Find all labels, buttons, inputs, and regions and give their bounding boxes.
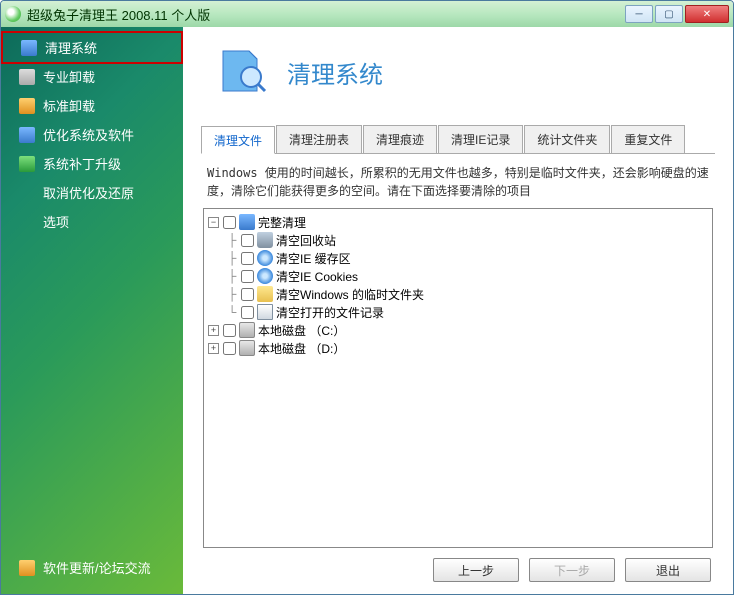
cleanup-icon [21, 40, 37, 56]
tab-duplicates[interactable]: 重复文件 [611, 125, 685, 153]
update-icon [19, 560, 35, 576]
sidebar-item-options[interactable]: 选项 [1, 207, 183, 236]
sidebar-item-label: 优化系统及软件 [43, 125, 134, 144]
blank-icon [19, 185, 35, 201]
patch-icon [19, 156, 35, 172]
tab-clean-registry[interactable]: 清理注册表 [276, 125, 362, 153]
node-label: 清空回收站 [276, 232, 336, 249]
folder-icon [257, 286, 273, 302]
node-checkbox[interactable] [223, 216, 236, 229]
sidebar-item-label: 专业卸载 [43, 67, 95, 86]
tree-node-recycle[interactable]: ├ 清空回收站 [206, 231, 710, 249]
tab-clean-files[interactable]: 清理文件 [201, 126, 275, 154]
app-window: 超级兔子清理王 2008.11 个人版 ─ ▢ ✕ 清理系统 专业卸载 标准卸载… [0, 0, 734, 595]
tree-line-icon: ├ [223, 233, 241, 247]
node-label: 清空Windows 的临时文件夹 [276, 286, 424, 303]
close-button[interactable]: ✕ [685, 5, 729, 23]
sidebar-item-patch[interactable]: 系统补丁升级 [1, 149, 183, 178]
disk-icon [239, 322, 255, 338]
blank-icon [19, 214, 35, 230]
node-label: 完整清理 [258, 214, 306, 231]
node-label: 本地磁盘 （C:） [258, 322, 345, 339]
ie-icon [257, 268, 273, 284]
node-checkbox[interactable] [241, 306, 254, 319]
tree-panel[interactable]: − 完整清理 ├ 清空回收站 ├ 清空IE 缓存区 [203, 208, 713, 548]
trash-icon [257, 232, 273, 248]
sidebar-bottom: 软件更新/论坛交流 [1, 553, 183, 582]
document-icon [257, 304, 273, 320]
node-checkbox[interactable] [241, 288, 254, 301]
tree-line-icon: ├ [223, 287, 241, 301]
prev-button[interactable]: 上一步 [433, 558, 519, 582]
header-icon [215, 45, 269, 99]
sidebar: 清理系统 专业卸载 标准卸载 优化系统及软件 系统补丁升级 取消优化及还原 [1, 27, 183, 594]
tree-node-ie-cache[interactable]: ├ 清空IE 缓存区 [206, 249, 710, 267]
sidebar-item-label: 选项 [43, 212, 69, 231]
tree-node-disk-c[interactable]: + 本地磁盘 （C:） [206, 321, 710, 339]
tree-node-win-temp[interactable]: ├ 清空Windows 的临时文件夹 [206, 285, 710, 303]
sidebar-item-update[interactable]: 软件更新/论坛交流 [1, 553, 183, 582]
tree-node-open-files[interactable]: └ 清空打开的文件记录 [206, 303, 710, 321]
sidebar-item-label: 系统补丁升级 [43, 154, 121, 173]
expander-icon[interactable]: + [208, 325, 219, 336]
tree-node-disk-d[interactable]: + 本地磁盘 （D:） [206, 339, 710, 357]
window-controls: ─ ▢ ✕ [625, 5, 729, 23]
ie-icon [257, 250, 273, 266]
maximize-button[interactable]: ▢ [655, 5, 683, 23]
node-checkbox[interactable] [223, 324, 236, 337]
node-checkbox[interactable] [241, 252, 254, 265]
disk-icon [239, 340, 255, 356]
window-title: 超级兔子清理王 2008.11 个人版 [27, 5, 625, 24]
tree-node-full-clean[interactable]: − 完整清理 [206, 213, 710, 231]
description-text: Windows 使用的时间越长，所累积的无用文件也越多，特别是临时文件夹，还会影… [201, 154, 715, 206]
exit-button[interactable]: 退出 [625, 558, 711, 582]
tab-clean-traces[interactable]: 清理痕迹 [363, 125, 437, 153]
node-checkbox[interactable] [241, 234, 254, 247]
node-label: 清空IE Cookies [276, 268, 358, 285]
node-checkbox[interactable] [223, 342, 236, 355]
tree-line-icon: ├ [223, 251, 241, 265]
tab-folder-stats[interactable]: 统计文件夹 [524, 125, 610, 153]
main-panel: 清理系统 清理文件 清理注册表 清理痕迹 清理IE记录 统计文件夹 重复文件 W… [183, 27, 733, 594]
tab-bar: 清理文件 清理注册表 清理痕迹 清理IE记录 统计文件夹 重复文件 [201, 125, 715, 154]
node-checkbox[interactable] [241, 270, 254, 283]
next-button[interactable]: 下一步 [529, 558, 615, 582]
app-icon [5, 6, 21, 22]
sidebar-item-label: 软件更新/论坛交流 [43, 558, 151, 577]
sidebar-item-optimize[interactable]: 优化系统及软件 [1, 120, 183, 149]
sidebar-item-uninstall-pro[interactable]: 专业卸载 [1, 62, 183, 91]
expander-icon[interactable]: − [208, 217, 219, 228]
sidebar-item-undo[interactable]: 取消优化及还原 [1, 178, 183, 207]
titlebar[interactable]: 超级兔子清理王 2008.11 个人版 ─ ▢ ✕ [1, 1, 733, 27]
node-label: 清空IE 缓存区 [276, 250, 351, 267]
magnify-icon [239, 214, 255, 230]
uninstall-pro-icon [19, 69, 35, 85]
uninstall-std-icon [19, 98, 35, 114]
minimize-button[interactable]: ─ [625, 5, 653, 23]
tree-node-ie-cookies[interactable]: ├ 清空IE Cookies [206, 267, 710, 285]
node-label: 本地磁盘 （D:） [258, 340, 345, 357]
tree-line-icon: ├ [223, 269, 241, 283]
page-title: 清理系统 [287, 55, 383, 90]
page-header: 清理系统 [201, 41, 715, 117]
content: 清理系统 专业卸载 标准卸载 优化系统及软件 系统补丁升级 取消优化及还原 [1, 27, 733, 594]
expander-icon[interactable]: + [208, 343, 219, 354]
sidebar-item-uninstall-std[interactable]: 标准卸载 [1, 91, 183, 120]
node-label: 清空打开的文件记录 [276, 304, 384, 321]
sidebar-item-cleanup[interactable]: 清理系统 [1, 31, 183, 64]
tree-line-icon: └ [223, 305, 241, 319]
button-row: 上一步 下一步 退出 [201, 548, 715, 582]
sidebar-item-label: 标准卸载 [43, 96, 95, 115]
optimize-icon [19, 127, 35, 143]
sidebar-item-label: 清理系统 [45, 38, 97, 57]
sidebar-item-label: 取消优化及还原 [43, 183, 134, 202]
tab-clean-ie[interactable]: 清理IE记录 [438, 125, 523, 153]
